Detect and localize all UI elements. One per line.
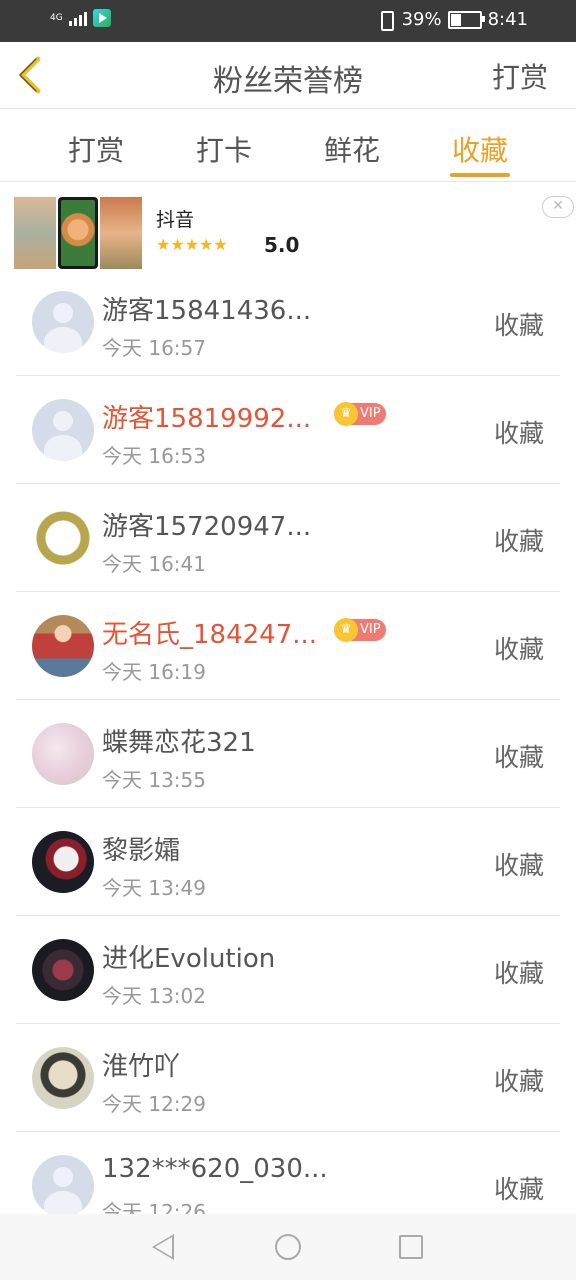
- app-header: 粉丝荣誉榜 打赏: [0, 42, 576, 109]
- user-name: 132***620_030...: [102, 1154, 328, 1184]
- user-name: 黎影孀: [102, 836, 181, 866]
- battery-icon: [447, 10, 485, 29]
- action-label: 收藏: [493, 527, 544, 556]
- video-app-icon: [92, 9, 111, 27]
- timestamp: 今天 16:41: [102, 552, 206, 576]
- action-label: 收藏: [493, 1067, 544, 1096]
- timestamp: 今天 12:29: [102, 1092, 206, 1116]
- action-label: 收藏: [493, 635, 544, 664]
- user-name: 淮竹吖: [102, 1052, 181, 1082]
- avatar[interactable]: [32, 1047, 94, 1109]
- signal-icon: [68, 10, 87, 26]
- avatar[interactable]: [32, 939, 94, 1001]
- status-right: 39% 8:41: [376, 9, 528, 31]
- list-item[interactable]: 游客15819992... ♛ VIP 今天 16:53 收藏: [16, 376, 560, 484]
- tab-flowers[interactable]: 鲜花: [320, 109, 384, 181]
- ad-rating-value: 5.0: [264, 233, 300, 257]
- avatar[interactable]: [32, 291, 94, 353]
- clock: 8:41: [487, 9, 528, 30]
- ad-thumb-dog: [58, 197, 98, 269]
- network-label: 4G: [50, 12, 63, 23]
- list-item[interactable]: 进化Evolution 今天 13:02 收藏: [16, 916, 560, 1024]
- crown-icon: ♛: [334, 618, 358, 642]
- timestamp: 今天 16:53: [102, 444, 206, 468]
- list-item[interactable]: 无名氏_184247... ♛ VIP 今天 16:19 收藏: [16, 592, 560, 700]
- ad-thumb-right: [100, 197, 142, 269]
- ad-thumbnail: [14, 197, 142, 269]
- vibrate-icon: [376, 10, 396, 31]
- battery-percent: 39%: [401, 9, 442, 30]
- user-name: 进化Evolution: [102, 944, 276, 974]
- tab-tip[interactable]: 打赏: [64, 109, 128, 181]
- tip-button[interactable]: 打赏: [492, 56, 548, 96]
- close-icon[interactable]: ✕: [542, 196, 574, 218]
- vip-badge: ♛ VIP: [334, 402, 386, 426]
- timestamp: 今天 13:55: [102, 768, 206, 792]
- timestamp: 今天 13:49: [102, 876, 206, 900]
- crown-icon: ♛: [334, 402, 358, 426]
- tab-bar: 打赏 打卡 鲜花 收藏: [0, 109, 576, 182]
- user-name: 游客15819992...: [102, 404, 312, 434]
- ad-banner[interactable]: 抖音 ★★★★★ 5.0 ✕: [0, 183, 576, 273]
- ad-thumb-left: [14, 197, 56, 269]
- vip-label: VIP: [360, 406, 381, 421]
- avatar[interactable]: [32, 399, 94, 461]
- status-left: 4G: [50, 9, 111, 27]
- user-name: 游客15720947...: [102, 512, 312, 542]
- avatar[interactable]: [32, 615, 94, 677]
- action-label: 收藏: [493, 959, 544, 988]
- avatar[interactable]: [32, 1155, 94, 1217]
- user-name: 无名氏_184247...: [102, 620, 318, 650]
- battery-fill: [450, 13, 461, 26]
- list-item[interactable]: 黎影孀今天 13:49 收藏: [16, 808, 560, 916]
- list-item[interactable]: 蝶舞恋花321 今天 13:55 收藏: [16, 700, 560, 808]
- avatar[interactable]: [32, 723, 94, 785]
- page-title: 粉丝荣誉榜: [213, 64, 363, 99]
- star-rating-icon: ★★★★★: [156, 235, 228, 254]
- list-item[interactable]: 游客15841436... 今天 16:57 收藏: [16, 268, 560, 376]
- vip-badge: ♛ VIP: [334, 618, 386, 642]
- vip-label: VIP: [360, 622, 381, 637]
- avatar[interactable]: [32, 831, 94, 893]
- action-label: 收藏: [493, 311, 544, 340]
- list-item[interactable]: 淮竹吖今天 12:29 收藏: [16, 1024, 560, 1132]
- action-label: 收藏: [493, 419, 544, 448]
- user-name: 游客15841436...: [102, 296, 312, 326]
- action-label: 收藏: [493, 851, 544, 880]
- status-bar: 4G 39% 8:41: [0, 0, 576, 42]
- list-item[interactable]: 游客15720947... 今天 16:41 收藏: [16, 484, 560, 592]
- user-name: 蝶舞恋花321: [102, 728, 256, 758]
- nav-back-icon[interactable]: [152, 1234, 174, 1260]
- action-label: 收藏: [493, 743, 544, 772]
- timestamp: 今天 16:57: [102, 336, 206, 360]
- nav-home-icon[interactable]: [275, 1234, 301, 1260]
- timestamp: 今天 13:02: [102, 984, 206, 1008]
- avatar[interactable]: [32, 507, 94, 569]
- system-nav-bar: [0, 1214, 576, 1280]
- tab-favorites[interactable]: 收藏: [448, 109, 512, 181]
- tab-checkin[interactable]: 打卡: [192, 109, 256, 181]
- timestamp: 今天 16:19: [102, 660, 206, 684]
- network-indicator: 4G: [50, 12, 63, 23]
- action-label: 收藏: [493, 1175, 544, 1204]
- ad-app-name: 抖音: [156, 209, 195, 231]
- favorites-list: 游客15841436... 今天 16:57 收藏 游客15819992... ♛ VIP…: [16, 268, 560, 1240]
- nav-recent-icon[interactable]: [399, 1235, 423, 1259]
